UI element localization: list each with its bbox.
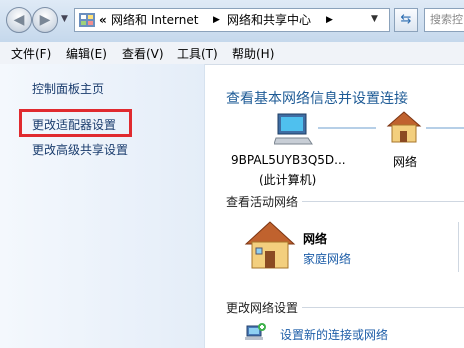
network-type-link[interactable]: 家庭网络 (303, 250, 351, 267)
highlight-box (19, 109, 132, 137)
this-computer-label: (此计算机) (259, 173, 317, 187)
new-connection-icon (245, 323, 266, 340)
breadcrumb-separator-icon[interactable]: ▶ (326, 9, 333, 31)
computer-icon[interactable] (274, 112, 314, 148)
menu-edit[interactable]: 编辑(E) (66, 45, 107, 62)
network-icon[interactable] (386, 110, 422, 144)
section-divider (302, 307, 464, 308)
menu-bar: 文件(F) 编辑(E) 查看(V) 工具(T) 帮助(H) (0, 42, 464, 65)
menu-help[interactable]: 帮助(H) (232, 45, 274, 62)
connection-line (318, 127, 376, 129)
computer-name-label: 9BPAL5UYB3Q5D... (231, 153, 346, 167)
section-divider (302, 201, 464, 202)
connection-line (426, 127, 464, 129)
change-advanced-sharing-link[interactable]: 更改高级共享设置 (32, 141, 128, 158)
active-network-name: 网络 (303, 232, 328, 246)
control-panel-icon (79, 13, 95, 27)
column-divider (458, 222, 459, 272)
menu-view[interactable]: 查看(V) (122, 45, 164, 62)
breadcrumb-network-internet[interactable]: 网络和 Internet (111, 9, 198, 31)
breadcrumb-overflow[interactable]: « (99, 9, 107, 31)
network-node-label: 网络 (393, 155, 418, 169)
navigation-bar: ◀ ▶ ▼ « 网络和 Internet ▶ 网络和共享中心 ▶ ▼ ⇆ 搜索控 (0, 0, 464, 43)
forward-button[interactable]: ▶ (32, 7, 58, 33)
address-dropdown-icon[interactable]: ▼ (371, 14, 378, 24)
refresh-button[interactable]: ⇆ (394, 8, 418, 32)
forward-arrow-icon: ▶ (39, 12, 51, 28)
recent-pages-dropdown-icon[interactable]: ▼ (61, 14, 68, 24)
refresh-icon: ⇆ (400, 12, 412, 27)
menu-tools[interactable]: 工具(T) (177, 45, 218, 62)
change-network-settings-heading: 更改网络设置 (226, 301, 299, 315)
address-bar[interactable]: « 网络和 Internet ▶ 网络和共享中心 ▶ ▼ (74, 8, 390, 32)
back-arrow-icon: ◀ (13, 12, 25, 28)
menu-file[interactable]: 文件(F) (11, 45, 51, 62)
back-button[interactable]: ◀ (6, 7, 32, 33)
control-panel-home-link[interactable]: 控制面板主页 (32, 80, 104, 97)
active-networks-heading: 查看活动网络 (226, 195, 299, 209)
breadcrumb-separator-icon[interactable]: ▶ (213, 9, 220, 31)
search-input[interactable]: 搜索控 (424, 8, 464, 32)
page-title: 查看基本网络信息并设置连接 (226, 91, 408, 107)
breadcrumb-network-sharing-center[interactable]: 网络和共享中心 (227, 9, 311, 31)
home-network-icon (244, 221, 296, 269)
task-panel (0, 64, 205, 348)
setup-new-connection-link[interactable]: 设置新的连接或网络 (280, 326, 388, 343)
